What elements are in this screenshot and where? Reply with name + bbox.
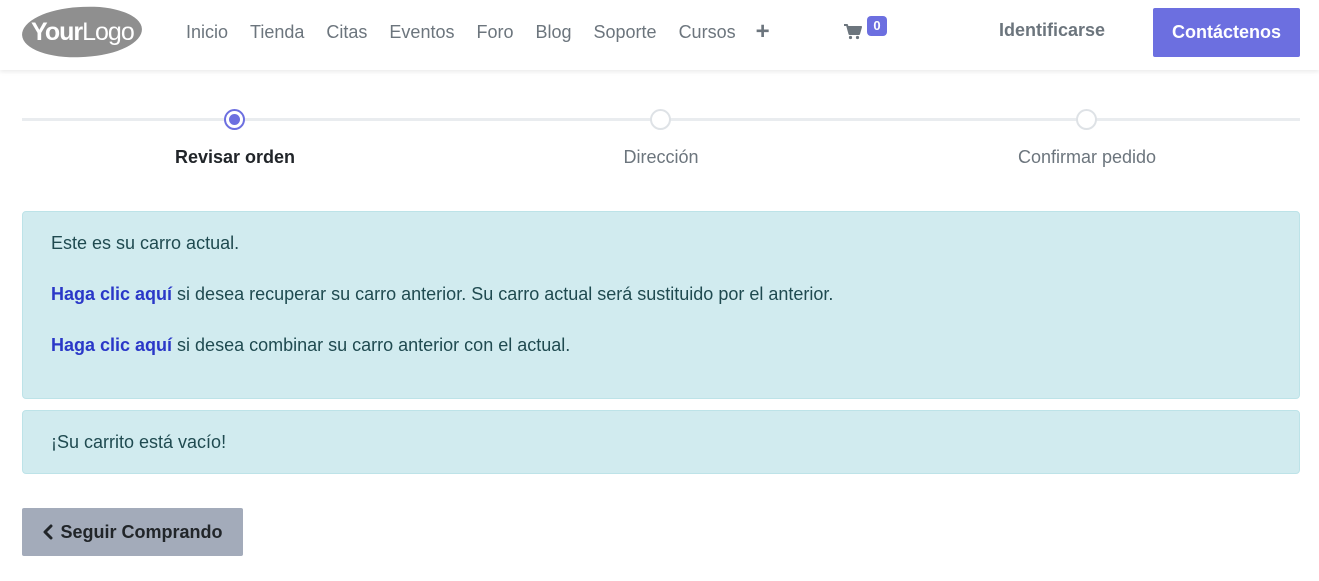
nav-item-citas[interactable]: Citas	[326, 22, 367, 43]
plus-icon[interactable]: +	[756, 20, 770, 44]
step-label-review: Revisar orden	[174, 147, 296, 167]
cart-count-badge: 0	[867, 16, 887, 36]
merge-cart-link[interactable]: Haga clic aquí	[51, 335, 172, 355]
signin-link[interactable]: Identificarse	[999, 20, 1105, 41]
merge-cart-text: si desea combinar su carro anterior con …	[172, 335, 571, 355]
restore-cart-text: si desea recuperar su carro anterior. Su…	[172, 284, 834, 304]
continue-shopping-button[interactable]: Seguir Comprando	[22, 508, 243, 556]
logo-word-thin: Logo	[81, 17, 134, 46]
nav-item-eventos[interactable]: Eventos	[389, 22, 454, 43]
step-dot-confirm	[1076, 109, 1097, 130]
nav-item-blog[interactable]: Blog	[535, 22, 571, 43]
restore-cart-link[interactable]: Haga clic aquí	[51, 284, 172, 304]
cart-button[interactable]: 0	[844, 16, 892, 46]
restore-cart-message: Haga clic aquí si desea recuperar su car…	[51, 283, 1271, 305]
step-dot-review	[224, 109, 245, 130]
cart-info-alert: Este es su carro actual. Haga clic aquí …	[22, 211, 1300, 399]
shopping-cart-icon	[844, 24, 862, 40]
site-logo[interactable]: YourLogo	[20, 3, 144, 61]
empty-cart-alert: ¡Su carrito está vacío!	[22, 410, 1300, 474]
step-label-address: Dirección	[623, 147, 699, 167]
nav-item-tienda[interactable]: Tienda	[250, 22, 304, 43]
step-dot-address	[650, 109, 671, 130]
site-header: YourLogo Inicio Tienda Citas Eventos For…	[0, 0, 1319, 70]
nav-item-inicio[interactable]: Inicio	[186, 22, 228, 43]
step-label-confirm: Confirmar pedido	[1017, 147, 1157, 167]
current-cart-text: Este es su carro actual.	[51, 233, 240, 253]
empty-cart-text: ¡Su carrito está vacío!	[51, 432, 227, 452]
contact-button[interactable]: Contáctenos	[1153, 8, 1300, 57]
nav-item-soporte[interactable]: Soporte	[594, 22, 657, 43]
continue-shopping-label: Seguir Comprando	[60, 521, 223, 542]
nav-item-cursos[interactable]: Cursos	[679, 22, 736, 43]
nav-item-foro[interactable]: Foro	[476, 22, 513, 43]
logo-word-bold: Your	[30, 17, 82, 46]
chevron-left-icon	[42, 524, 54, 540]
main-nav: Inicio Tienda Citas Eventos Foro Blog So…	[186, 20, 770, 44]
merge-cart-message: Haga clic aquí si desea combinar su carr…	[51, 334, 1271, 356]
